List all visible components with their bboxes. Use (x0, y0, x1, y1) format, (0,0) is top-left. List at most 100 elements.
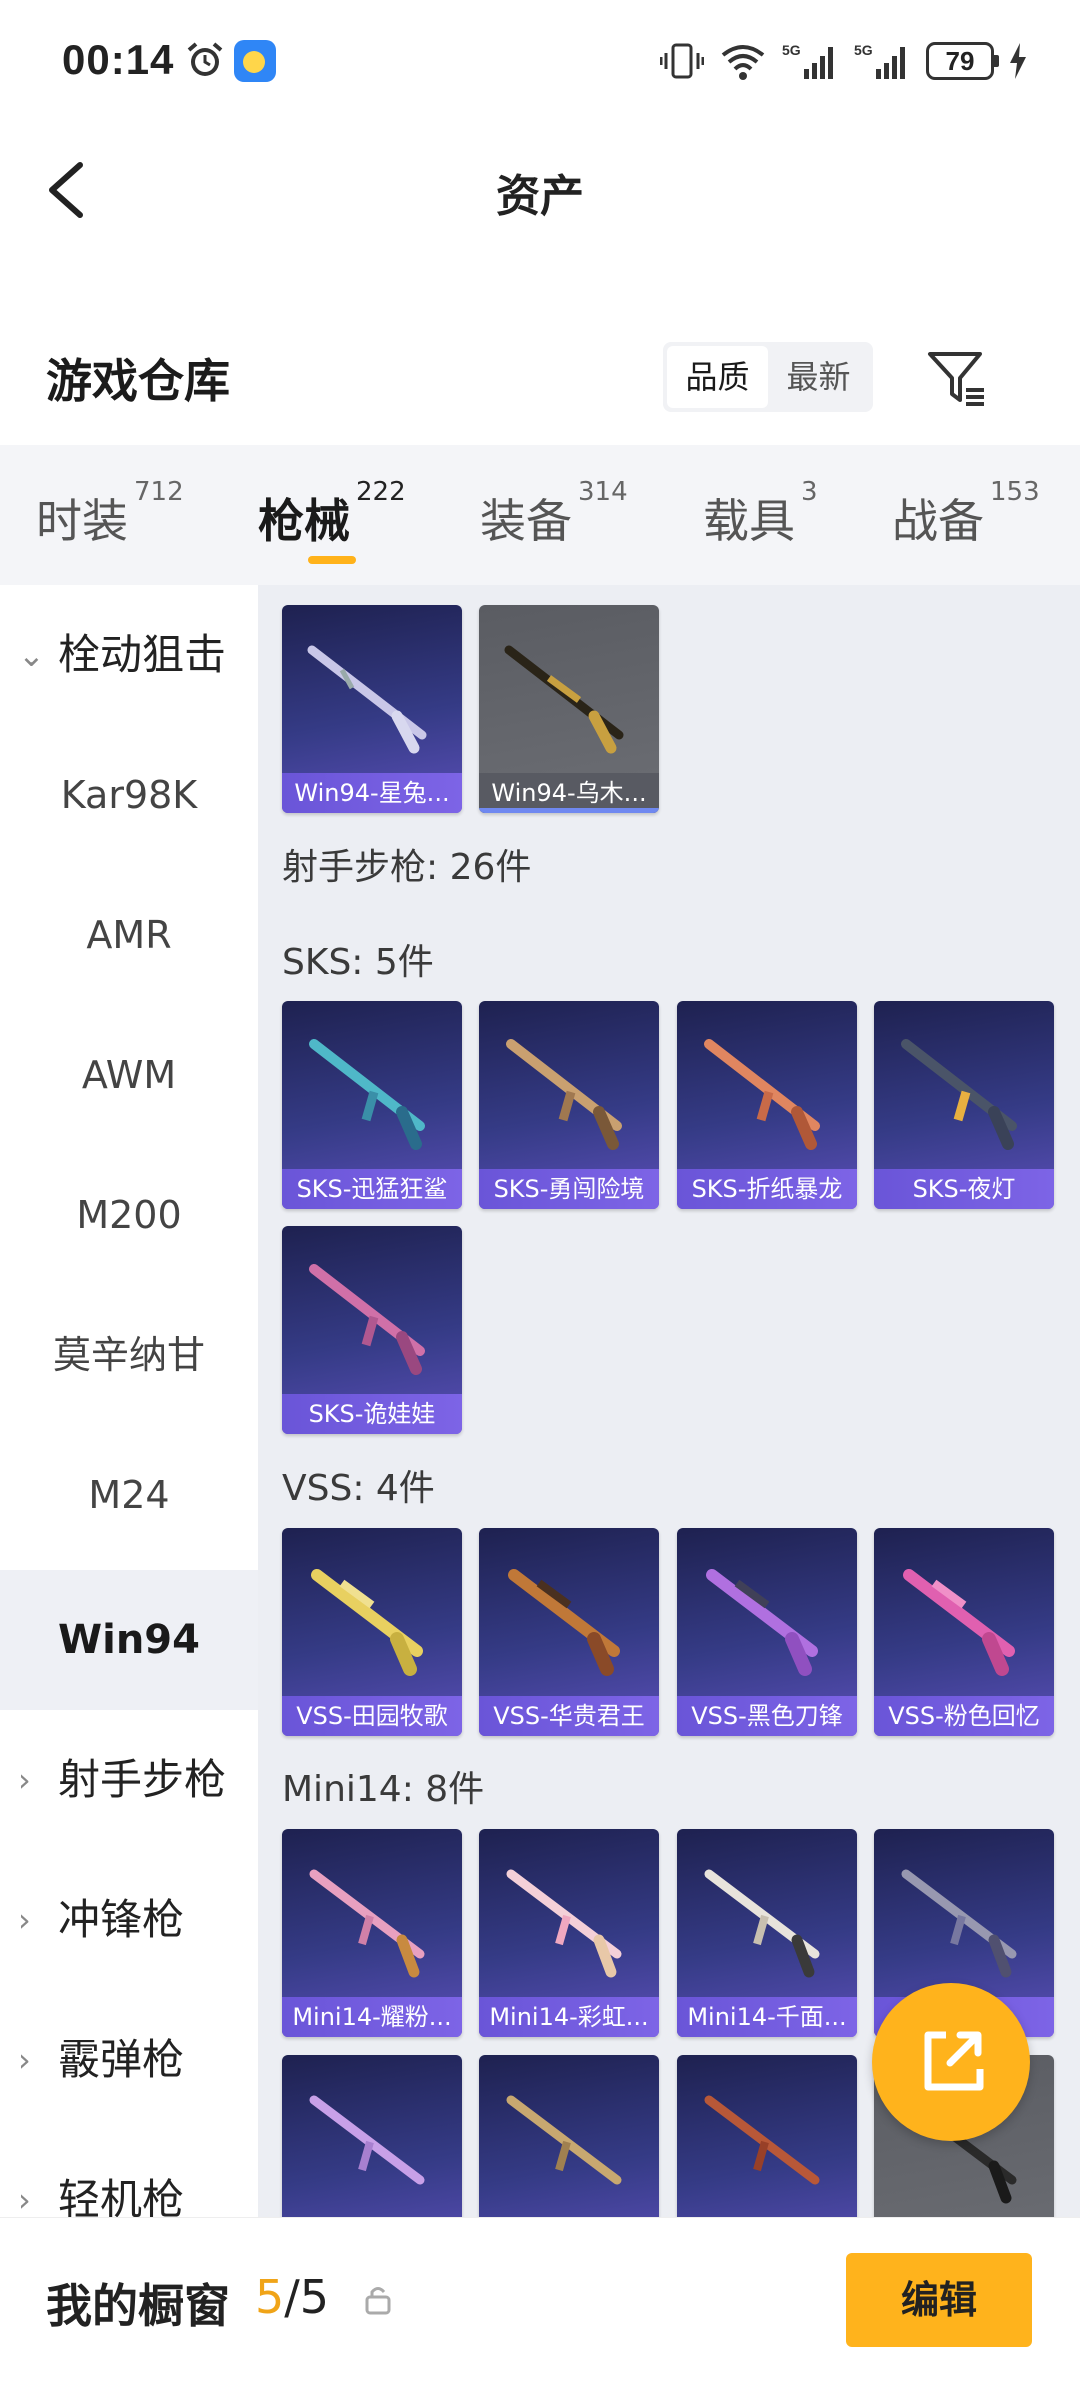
chevron-right-icon: › (18, 1901, 31, 1939)
warehouse-title: 游戏仓库 (46, 354, 230, 408)
rifle-icon (706, 1569, 818, 1676)
item-card[interactable]: SKS-夜灯 (874, 1001, 1054, 1209)
item-label: Win94-乌木... (479, 773, 659, 813)
active-tab-indicator (308, 556, 356, 564)
item-label: VSS-粉色回忆 (874, 1696, 1054, 1736)
lock-icon (365, 2287, 391, 2315)
sidebar-item-win94[interactable]: Win94 (0, 1570, 258, 1710)
status-time: 00:14 (62, 36, 175, 83)
rifle-icon (704, 2095, 820, 2185)
item-card[interactable] (282, 2055, 462, 2218)
section-header-vss: VSS: 4件 (282, 1468, 435, 1509)
item-card[interactable]: Mini14-耀粉... (282, 1829, 462, 2037)
tab-count: 712 (134, 477, 184, 507)
rifle-icon (506, 2095, 622, 2185)
item-label: VSS-华贵君王 (479, 1696, 659, 1736)
item-label: VSS-黑色刀锋 (677, 1696, 857, 1736)
showcase-label: 我的橱窗 (46, 2279, 230, 2333)
sidebar-category-marksman[interactable]: › 射手步枪 (0, 1710, 258, 1850)
sidebar-item-mosin[interactable]: 莫辛纳甘 (0, 1285, 258, 1425)
svg-text:5G: 5G (854, 42, 873, 58)
rifle-icon (704, 1869, 820, 1978)
sidebar-category-label: 轻机枪 (58, 2175, 185, 2224)
system-icons: 5G 5G 79 (660, 38, 1028, 84)
tab-vehicles[interactable]: 载具3 (703, 477, 818, 551)
section-header-marksman: 射手步枪: 26件 (282, 847, 532, 888)
rifle-icon (504, 645, 624, 754)
item-card[interactable]: SKS-勇闯险境 (479, 1001, 659, 1209)
wifi-icon (721, 45, 765, 80)
item-card[interactable]: Win94-乌木... (479, 605, 659, 813)
rifle-icon (311, 1569, 423, 1676)
chevron-right-icon: › (18, 2041, 31, 2079)
page-title: 资产 (496, 171, 584, 222)
sidebar-category-label: 栓动狙击 (58, 630, 227, 679)
tab-count: 3 (801, 477, 818, 507)
rifle-icon (309, 1869, 425, 1978)
sidebar-category-smg[interactable]: › 冲锋枪 (0, 1850, 258, 1990)
rifle-icon (307, 645, 427, 754)
tab-label: 载具 (703, 494, 795, 548)
weather-icon (234, 40, 276, 82)
item-card[interactable]: SKS-迅猛狂鲨 (282, 1001, 462, 1209)
sidebar-category-shotgun[interactable]: › 霰弹枪 (0, 1990, 258, 2130)
sidebar-item-awm[interactable]: AWM (0, 1005, 258, 1145)
sidebar-category-label: 射手步枪 (58, 1755, 227, 1804)
sidebar-category-bolt-action[interactable]: ⌄ 栓动狙击 (0, 585, 258, 725)
tab-count: 314 (578, 477, 628, 507)
item-label: Mini14-彩虹... (479, 1997, 659, 2037)
alarm-icon (187, 42, 223, 76)
rifle-icon (903, 1569, 1015, 1676)
item-card[interactable]: Mini14-彩虹... (479, 1829, 659, 2037)
sidebar-item-m24[interactable]: M24 (0, 1425, 258, 1565)
edit-button[interactable]: 编辑 (846, 2253, 1032, 2347)
item-label: SKS-折纸暴龙 (677, 1169, 857, 1209)
tab-supplies[interactable]: 战备153 (892, 477, 1040, 551)
item-label: SKS-诡娃娃 (282, 1394, 462, 1434)
sort-quality-button[interactable]: 品质 (667, 346, 768, 408)
item-card[interactable]: VSS-华贵君王 (479, 1528, 659, 1736)
item-label: Win94-星兔... (282, 773, 462, 813)
weapon-sidebar: ⌄ 栓动狙击 Kar98K AMR AWM M200 莫辛纳甘 M24 Win94… (0, 585, 258, 2224)
share-fab[interactable] (872, 1983, 1030, 2141)
rifle-icon (901, 1039, 1017, 1150)
item-card[interactable] (479, 2055, 659, 2218)
item-card[interactable]: SKS-诡娃娃 (282, 1226, 462, 1434)
signal-5g-icon-2: 5G (854, 42, 905, 79)
item-label: SKS-迅猛狂鲨 (282, 1169, 462, 1209)
item-label: SKS-夜灯 (874, 1169, 1054, 1209)
sidebar-item-kar98k[interactable]: Kar98K (0, 725, 258, 865)
tab-firearms[interactable]: 枪械222 (258, 477, 406, 551)
sidebar-item-amr[interactable]: AMR (0, 865, 258, 1005)
section-header-mini14: Mini14: 8件 (282, 1769, 485, 1810)
item-card[interactable] (677, 2055, 857, 2218)
share-icon (924, 2031, 984, 2091)
svg-text:5G: 5G (782, 42, 801, 58)
signal-5g-icon: 5G (782, 42, 833, 79)
rifle-icon (704, 1039, 820, 1150)
showcase-total: /5 (284, 2270, 330, 2324)
filter-icon[interactable] (924, 344, 990, 410)
item-card[interactable]: VSS-田园牧歌 (282, 1528, 462, 1736)
item-card[interactable]: Win94-星兔... (282, 605, 462, 813)
item-card[interactable]: Mini14-千面... (677, 1829, 857, 2037)
tab-label: 时装 (36, 494, 128, 548)
sidebar-item-m200[interactable]: M200 (0, 1145, 258, 1285)
sort-latest-button[interactable]: 最新 (768, 346, 869, 408)
app-root: 00:14 5G 5G 79 资产 游戏仓库 品质 最新 时装712 枪械222… (0, 0, 1080, 2382)
vibrate-icon (660, 43, 704, 79)
tab-label: 枪械 (258, 494, 350, 548)
chevron-down-icon: ⌄ (18, 636, 45, 674)
sort-segmented-control: 品质 最新 (663, 342, 873, 412)
item-label: Mini14-千面... (677, 1997, 857, 2037)
rifle-icon (309, 2095, 425, 2185)
rifle-icon (506, 1039, 622, 1150)
rifle-icon (309, 1264, 425, 1375)
tab-label: 装备 (480, 494, 572, 548)
tab-equipment[interactable]: 装备314 (480, 477, 628, 551)
item-card[interactable]: VSS-黑色刀锋 (677, 1528, 857, 1736)
item-card[interactable]: SKS-折纸暴龙 (677, 1001, 857, 1209)
tab-fashion[interactable]: 时装712 (36, 477, 184, 551)
rifle-icon (309, 1039, 425, 1150)
item-card[interactable]: VSS-粉色回忆 (874, 1528, 1054, 1736)
